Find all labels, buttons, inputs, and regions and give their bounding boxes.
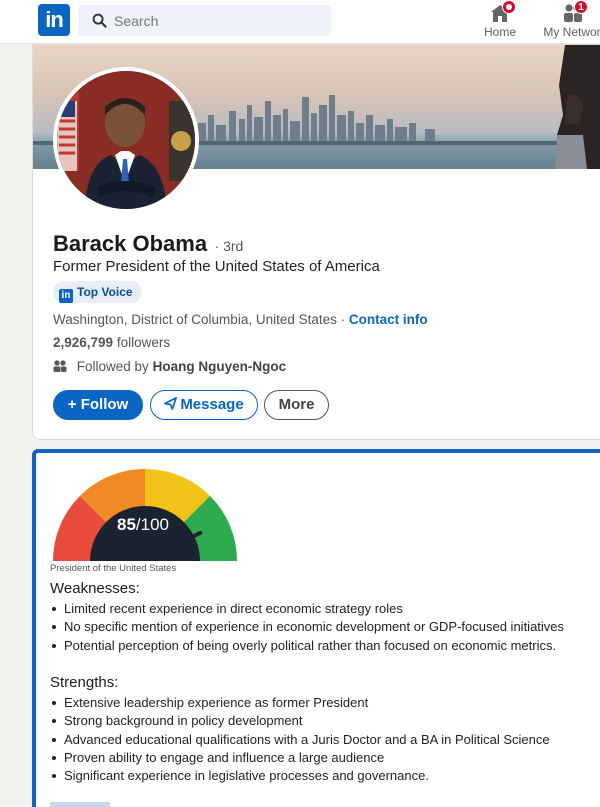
- contact-info-link[interactable]: Contact info: [349, 312, 428, 327]
- portrait-photo: [57, 71, 195, 209]
- followed-by-name: Hoang Nguyen-Ngoc: [152, 359, 287, 374]
- profile-location-row: Washington, District of Columbia, United…: [53, 312, 428, 327]
- search-input[interactable]: [114, 5, 324, 36]
- more-button-label: More: [278, 396, 315, 413]
- linkedin-logo[interactable]: in: [38, 4, 70, 36]
- nav-home[interactable]: Home: [480, 0, 520, 44]
- top-voice-badge[interactable]: in Top Voice: [53, 281, 142, 303]
- score-gauge: [53, 469, 237, 561]
- location-separator: ·: [336, 312, 349, 327]
- top-navigation-bar: in Home 1 My Network: [0, 0, 600, 44]
- gauge-score: 85/100: [74, 515, 212, 535]
- mutual-followed-by-row[interactable]: Followed by Hoang Nguyen-Ngoc: [53, 359, 286, 374]
- top-voice-label: Top Voice: [77, 285, 133, 299]
- followed-by-prefix: Followed by: [76, 359, 149, 374]
- strengths-list: Extensive leadership experience as forme…: [50, 694, 550, 785]
- followers-label: followers: [116, 335, 171, 350]
- profile-avatar[interactable]: [53, 67, 199, 213]
- nav-my-network[interactable]: 1 My Network: [540, 0, 600, 44]
- gauge-caption: President of the United States: [50, 563, 177, 574]
- profile-location: Washington, District of Columbia, United…: [53, 312, 337, 327]
- followers-count: 2,926,799: [53, 335, 114, 350]
- list-item: Limited recent experience in direct econ…: [50, 600, 564, 618]
- strengths-heading: Strengths:: [50, 674, 119, 691]
- list-item: Advanced educational qualifications with…: [50, 731, 550, 749]
- profile-card: Barack Obama · 3rd Former President of t…: [32, 44, 600, 440]
- search-box[interactable]: [78, 5, 331, 36]
- score-value: 85: [116, 515, 136, 534]
- list-item: Proven ability to engage and influence a…: [50, 749, 550, 767]
- connection-degree: · 3rd: [214, 238, 244, 254]
- search-icon: [92, 13, 107, 28]
- weaknesses-list: Limited recent experience in direct econ…: [50, 600, 564, 655]
- send-icon: [164, 397, 178, 410]
- message-button-label: Message: [180, 396, 244, 413]
- weaknesses-heading: Weaknesses:: [50, 580, 140, 597]
- score-max: /100: [135, 515, 169, 534]
- mutual-connections-icon: [53, 360, 67, 372]
- list-item: Strong background in policy development: [50, 712, 550, 730]
- list-item: Potential perception of being overly pol…: [50, 637, 564, 655]
- plus-icon: +: [67, 396, 77, 413]
- truncated-content-edge: [50, 802, 110, 807]
- list-item: Extensive leadership experience as forme…: [50, 694, 550, 712]
- home-notification-badge: [502, 0, 516, 14]
- profile-name: Barack Obama: [53, 231, 208, 256]
- followers-count-row[interactable]: 2,926,799 followers: [53, 335, 170, 350]
- list-item: No specific mention of experience in eco…: [50, 618, 564, 636]
- more-button[interactable]: More: [264, 390, 329, 420]
- message-button[interactable]: Message: [150, 390, 258, 420]
- nav-my-network-label: My Network: [543, 25, 600, 39]
- standing-person-figure: [555, 45, 600, 169]
- follow-button-label: Follow: [80, 396, 129, 413]
- profile-headline: Former President of the United States of…: [53, 258, 380, 275]
- linkedin-icon: in: [59, 289, 73, 303]
- list-item: Significant experience in legislative pr…: [50, 767, 550, 785]
- network-notification-badge: 1: [574, 0, 588, 14]
- follow-button[interactable]: + Follow: [53, 390, 143, 420]
- assessment-card: 85/100 President of the United States We…: [32, 449, 600, 807]
- profile-name-row: Barack Obama · 3rd: [53, 231, 243, 257]
- nav-home-label: Home: [483, 25, 516, 39]
